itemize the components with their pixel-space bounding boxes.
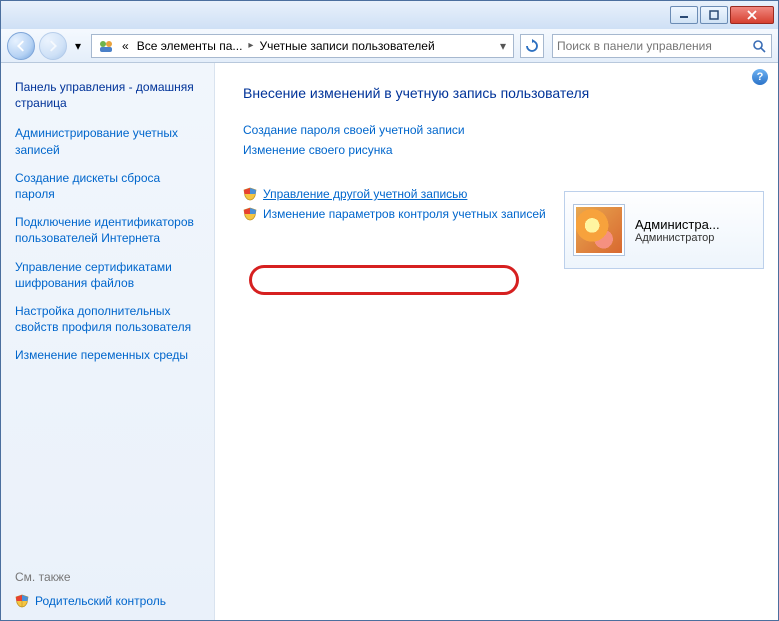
window-frame: ▾ « Все элементы па... ▸ Учетные записи … bbox=[0, 0, 779, 621]
account-role: Администратор bbox=[635, 232, 720, 244]
breadcrumb-item-2[interactable]: Учетные записи пользователей bbox=[255, 39, 438, 53]
top-links: Создание пароля своей учетной записи Изм… bbox=[243, 123, 760, 157]
close-button[interactable] bbox=[730, 6, 774, 24]
refresh-button[interactable] bbox=[520, 34, 544, 58]
minimize-button[interactable] bbox=[670, 6, 698, 24]
footer-link-parental[interactable]: Родительский контроль bbox=[15, 594, 202, 608]
titlebar bbox=[1, 1, 778, 29]
search-icon[interactable] bbox=[751, 38, 767, 54]
link-create-password[interactable]: Создание пароля своей учетной записи bbox=[243, 123, 465, 137]
maximize-button[interactable] bbox=[700, 6, 728, 24]
forward-button[interactable] bbox=[39, 32, 67, 60]
addressbar[interactable]: « Все элементы па... ▸ Учетные записи по… bbox=[91, 34, 514, 58]
account-text: Администра... Администратор bbox=[635, 217, 720, 244]
sidebar-title[interactable]: Панель управления - домашняя страница bbox=[15, 79, 202, 111]
sidebar-link-env-vars[interactable]: Изменение переменных среды bbox=[15, 347, 202, 363]
navbar: ▾ « Все элементы па... ▸ Учетные записи … bbox=[1, 29, 778, 63]
shield-icon bbox=[15, 594, 29, 608]
content-area: ? Панель управления - домашняя страница … bbox=[1, 63, 778, 620]
sidebar-footer: См. также Родительский контроль bbox=[15, 550, 202, 608]
page-title: Внесение изменений в учетную запись поль… bbox=[243, 85, 760, 101]
breadcrumb-item-1[interactable]: Все элементы па... bbox=[133, 39, 247, 53]
shield-icon bbox=[243, 187, 257, 201]
footer-link-label: Родительский контроль bbox=[35, 594, 166, 608]
user-accounts-icon bbox=[98, 38, 114, 54]
link-manage-other: Управление другой учетной записью bbox=[263, 187, 467, 201]
address-dropdown-icon[interactable]: ▾ bbox=[495, 39, 511, 53]
nav-history-dropdown-icon[interactable]: ▾ bbox=[71, 39, 85, 53]
sidebar-link-online-ids[interactable]: Подключение идентификаторов пользователе… bbox=[15, 214, 202, 246]
breadcrumb-prefix[interactable]: « bbox=[118, 39, 133, 53]
back-button[interactable] bbox=[7, 32, 35, 60]
see-also-label: См. также bbox=[15, 570, 202, 584]
link-change-picture[interactable]: Изменение своего рисунка bbox=[243, 143, 393, 157]
account-name: Администра... bbox=[635, 217, 720, 232]
search-input[interactable] bbox=[557, 39, 751, 53]
avatar bbox=[573, 204, 625, 256]
sidebar: Панель управления - домашняя страница Ад… bbox=[1, 63, 215, 620]
sidebar-link-certificates[interactable]: Управление сертификатами шифрования файл… bbox=[15, 259, 202, 291]
search-box[interactable] bbox=[552, 34, 772, 58]
chevron-right-icon[interactable]: ▸ bbox=[246, 40, 255, 51]
sidebar-link-profile-props[interactable]: Настройка дополнительных свойств профиля… bbox=[15, 303, 202, 335]
link-uac: Изменение параметров контроля учетных за… bbox=[263, 207, 546, 221]
sidebar-link-reset-disk[interactable]: Создание дискеты сброса пароля bbox=[15, 170, 202, 202]
account-card[interactable]: Администра... Администратор bbox=[564, 191, 764, 269]
avatar-image bbox=[576, 207, 622, 253]
main-panel: Внесение изменений в учетную запись поль… bbox=[215, 63, 778, 620]
shield-icon bbox=[243, 207, 257, 221]
sidebar-links: Администрирование учетных записей Создан… bbox=[15, 125, 202, 363]
sidebar-link-admin-accounts[interactable]: Администрирование учетных записей bbox=[15, 125, 202, 157]
